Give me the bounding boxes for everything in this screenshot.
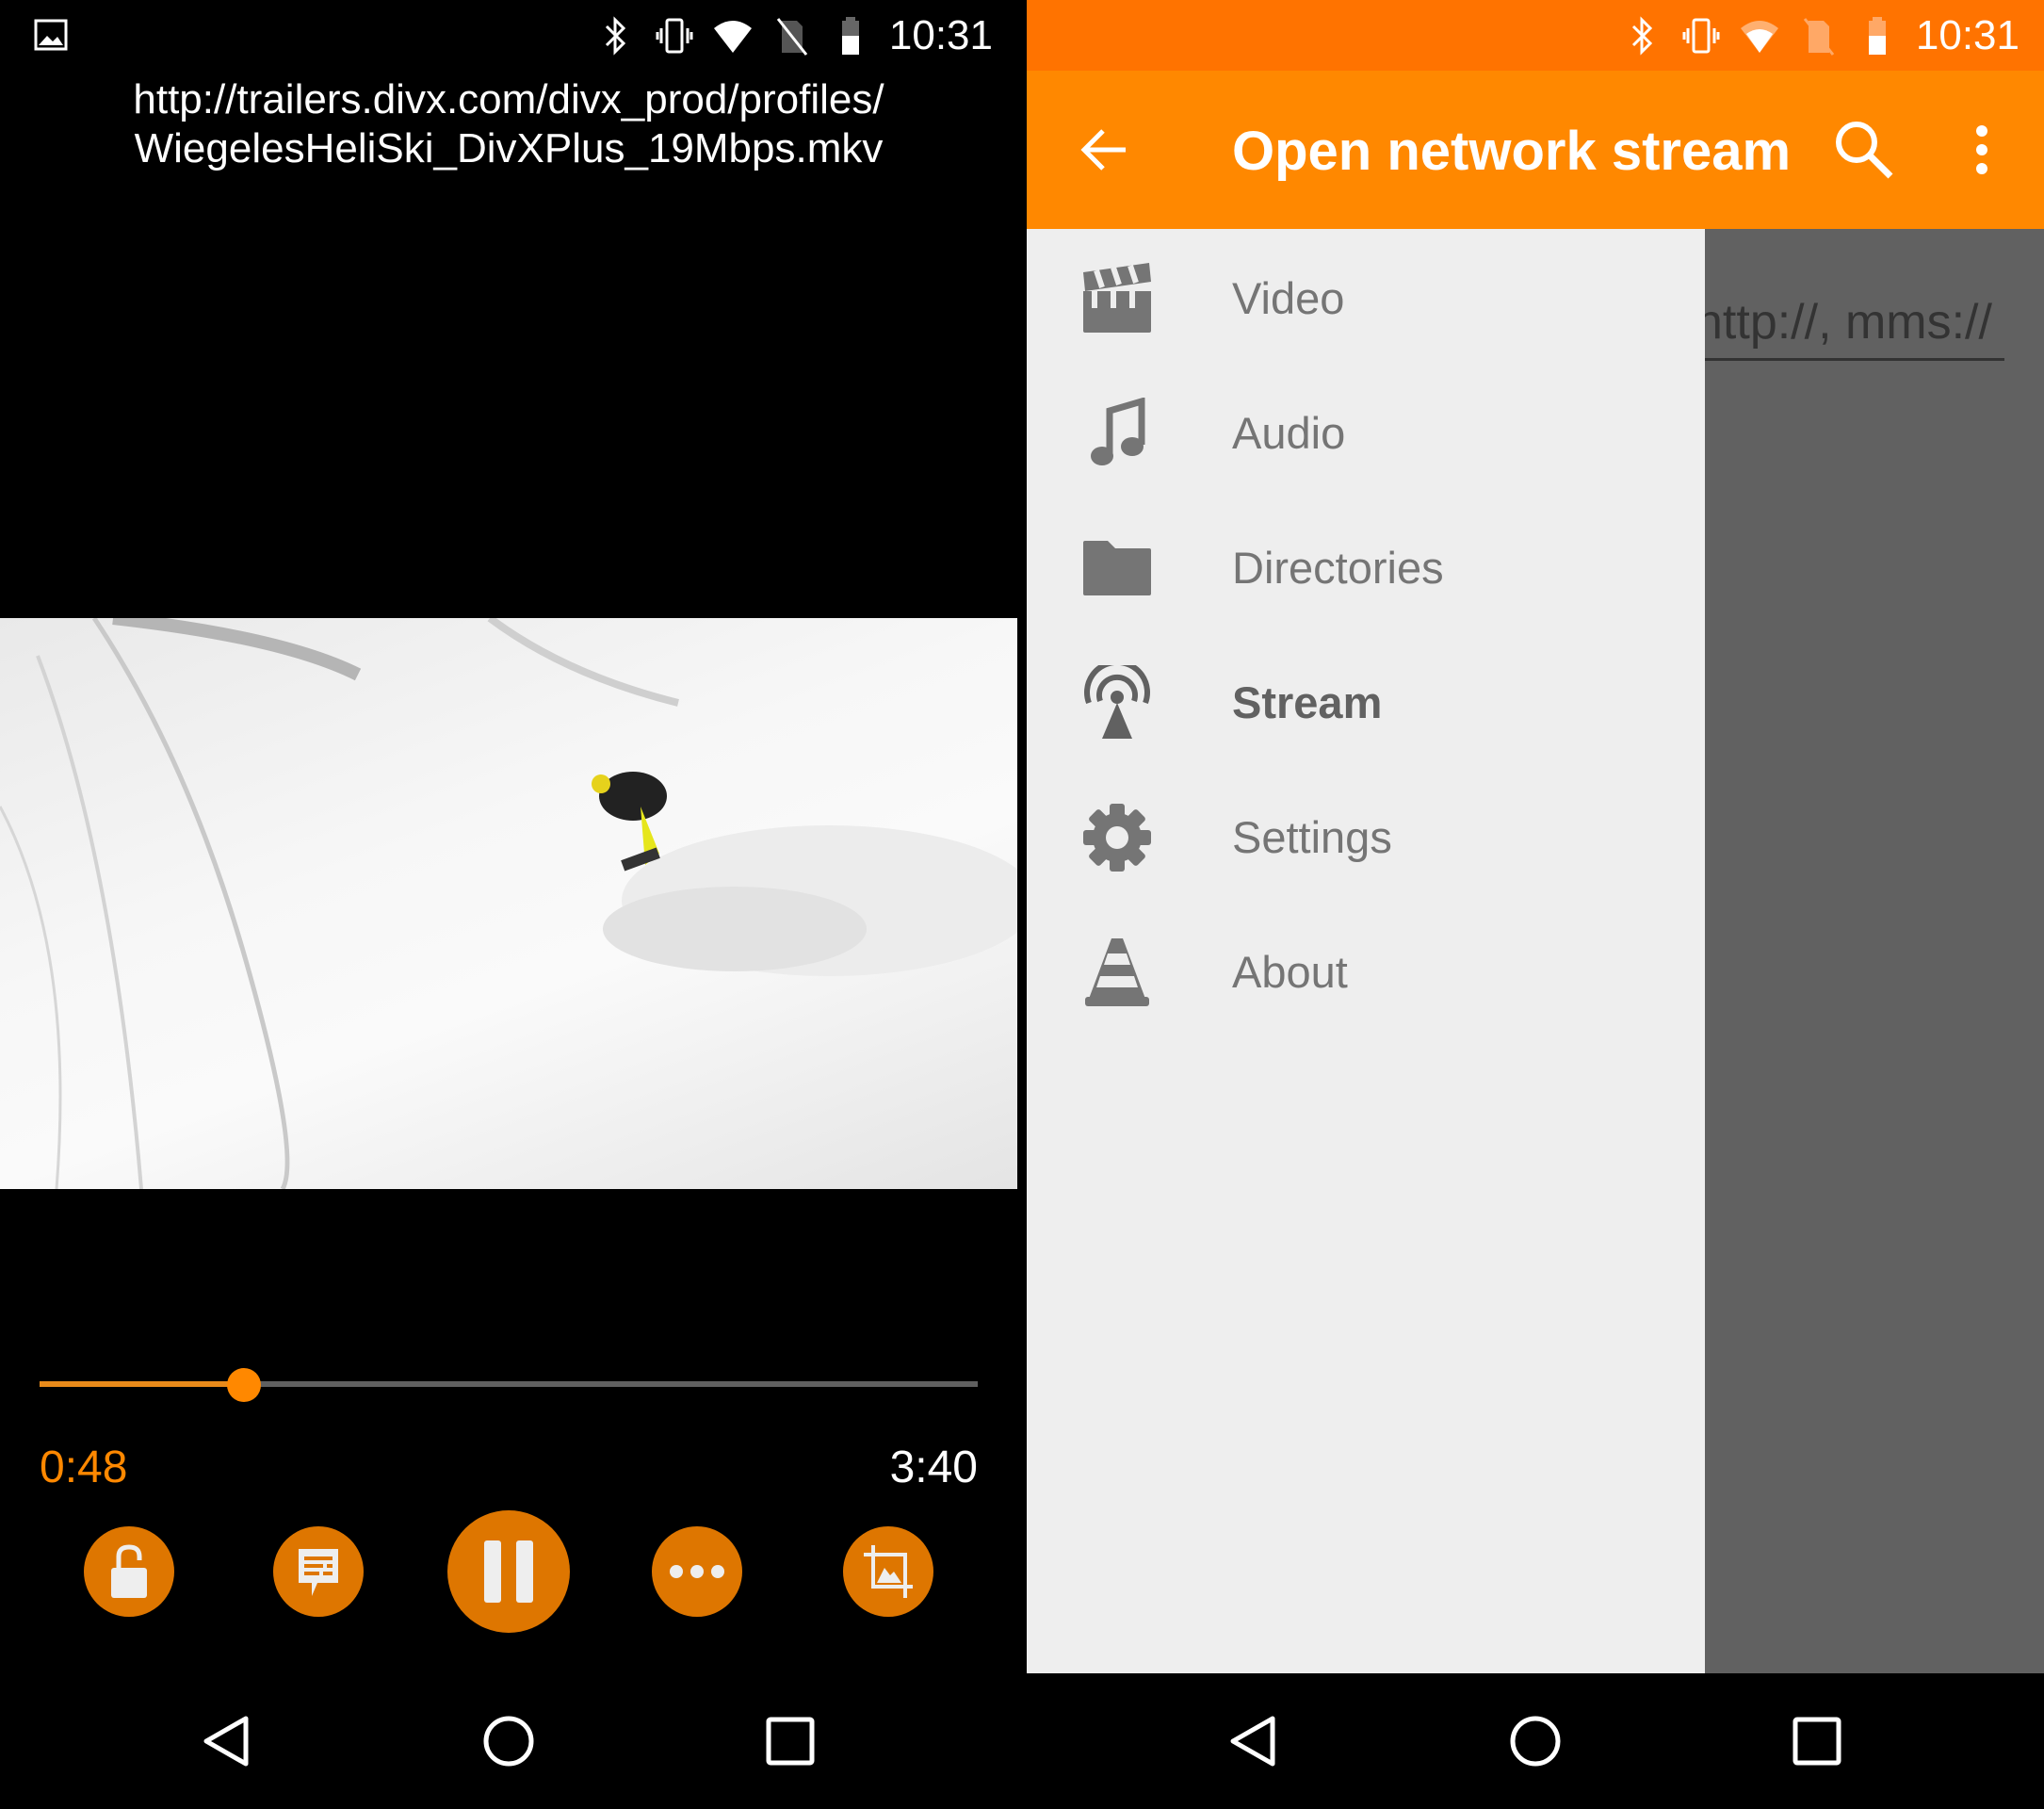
toolbar: Open network stream (1027, 71, 2044, 229)
lock-icon (111, 1544, 147, 1598)
seek-progress (40, 1381, 245, 1387)
crop-icon (864, 1545, 913, 1598)
bluetooth-icon (1631, 15, 1653, 56)
back-nav-icon[interactable] (1225, 1713, 1282, 1769)
home-nav-icon[interactable] (480, 1713, 537, 1769)
back-nav-icon[interactable] (199, 1713, 255, 1769)
pause-button[interactable] (447, 1510, 570, 1633)
lock-button[interactable] (84, 1526, 174, 1617)
bluetooth-icon (605, 15, 626, 56)
back-arrow-icon[interactable] (1079, 123, 1131, 176)
wifi-icon (713, 20, 752, 53)
stream-url-input[interactable]: http://, mms:// (1695, 294, 1992, 350)
drawer-item-label: Directories (1232, 543, 1444, 593)
vibrate-icon (656, 18, 693, 53)
drawer-item-directories[interactable]: Directories (1027, 500, 1705, 635)
battery-icon (841, 16, 859, 55)
drawer-item-label: Stream (1232, 677, 1383, 727)
subtitles-icon (299, 1549, 338, 1596)
drawer-item-audio[interactable]: Audio (1027, 366, 1705, 500)
drawer-item-label: Video (1232, 273, 1345, 323)
snow-scene (0, 618, 1017, 1189)
antenna-icon (1079, 664, 1155, 741)
gear-icon (1079, 800, 1155, 875)
current-time: 0:48 (40, 1442, 128, 1492)
status-time: 10:31 (1915, 11, 2020, 58)
vibrate-icon (1682, 18, 1720, 53)
media-url: http://trailers.divx.com/divx_prod/profi… (0, 75, 1017, 173)
input-underline (1705, 358, 2004, 361)
recents-nav-icon[interactable] (765, 1716, 816, 1767)
no-sim-icon (1803, 17, 1835, 56)
status-time: 10:31 (888, 11, 993, 58)
image-icon (34, 19, 68, 51)
vlc-cone-icon (1079, 935, 1155, 1010)
drawer-item-label: Audio (1232, 408, 1346, 458)
drawer-item-video[interactable]: Video (1027, 231, 1705, 366)
folder-icon (1079, 530, 1155, 606)
music-note-icon (1079, 396, 1155, 471)
home-nav-icon[interactable] (1507, 1713, 1564, 1769)
pause-icon (484, 1540, 533, 1603)
navigation-bar (0, 1673, 1017, 1809)
network-stream-screen: http://, mms:// 10:31 Open network strea… (1027, 0, 2044, 1809)
overflow-menu-icon[interactable] (1972, 123, 1991, 176)
status-bar: 10:31 (0, 0, 1017, 71)
recents-nav-icon[interactable] (1792, 1716, 1842, 1767)
more-options-button[interactable] (652, 1526, 742, 1617)
seek-thumb[interactable] (227, 1368, 262, 1402)
page-title: Open network stream (1232, 121, 1792, 182)
video-frame[interactable] (0, 618, 1017, 1189)
total-time: 3:40 (889, 1442, 978, 1492)
skier (592, 772, 667, 872)
search-icon[interactable] (1832, 118, 1894, 180)
no-sim-icon (776, 17, 808, 56)
drawer-item-stream[interactable]: Stream (1027, 635, 1705, 770)
url-line-1: http://trailers.divx.com/divx_prod/profi… (133, 76, 884, 122)
drawer-item-settings[interactable]: Settings (1027, 770, 1705, 904)
navigation-drawer: Video Audio Directories Stream Settings … (1027, 229, 1705, 1673)
clapperboard-icon (1079, 261, 1155, 336)
video-player-screen: 10:31 http://trailers.divx.com/divx_prod… (0, 0, 1017, 1809)
drawer-item-label: About (1232, 947, 1348, 997)
aspect-ratio-button[interactable] (843, 1526, 933, 1617)
url-line-2: WiegelesHeliSki_DivXPlus_19Mbps.mkv (134, 125, 884, 171)
subtitles-button[interactable] (273, 1526, 364, 1617)
more-icon (670, 1565, 724, 1578)
wifi-icon (1740, 20, 1778, 53)
drawer-item-about[interactable]: About (1027, 904, 1705, 1039)
battery-icon (1868, 16, 1886, 55)
drawer-item-label: Settings (1232, 812, 1392, 862)
navigation-bar (1027, 1673, 2044, 1809)
status-bar: 10:31 (1027, 0, 2044, 71)
